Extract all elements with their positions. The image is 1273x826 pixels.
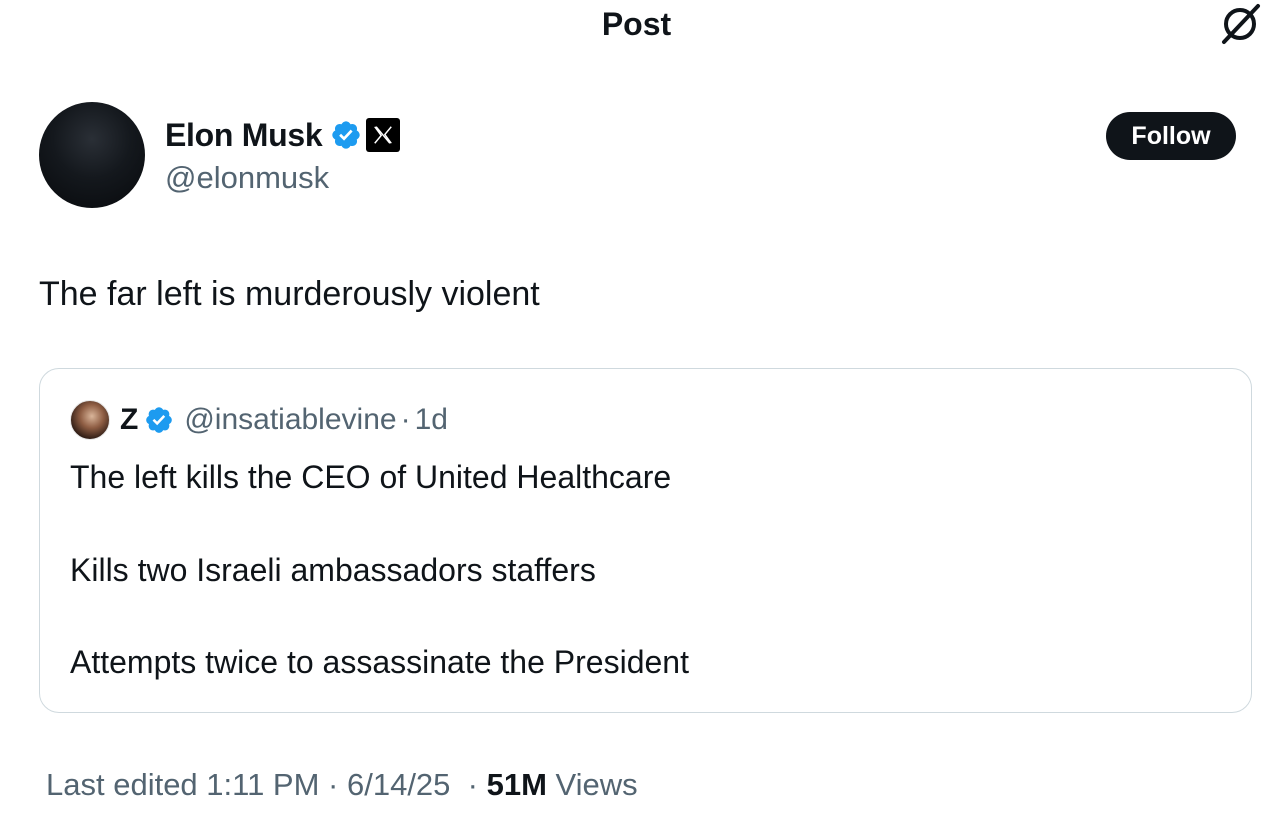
post-text: The far left is murderously violent [39, 275, 540, 313]
verified-badge-icon [332, 121, 360, 149]
quoted-separator: · [400, 403, 411, 436]
post-meta: Last edited 1:11 PM · 6/14/25 · 51M View… [46, 764, 638, 806]
follow-button[interactable]: Follow [1106, 112, 1236, 160]
views-label: Views [555, 767, 638, 802]
quoted-post-card[interactable]: Z @insatiablevine · 1d The left kills th… [39, 368, 1252, 713]
edited-timestamp[interactable]: Last edited 1:11 PM · 6/14/25 [46, 767, 450, 803]
post-page: Post Elon Musk @elonmusk Follow The far … [0, 0, 1273, 826]
author-handle[interactable]: @elonmusk [165, 158, 329, 198]
grok-icon[interactable] [1218, 2, 1262, 46]
author-display-name[interactable]: Elon Musk [165, 117, 323, 154]
views-count[interactable]: 51M [487, 767, 547, 803]
meta-separator: · [467, 767, 478, 802]
quoted-author-avatar[interactable] [70, 400, 110, 440]
page-title: Post [601, 6, 672, 42]
quoted-text-line: Kills two Israeli ambassadors staffers [70, 552, 596, 588]
quoted-text-line: The left kills the CEO of United Healthc… [70, 459, 672, 495]
quoted-author-handle[interactable]: @insatiablevine [184, 403, 396, 437]
quoted-timestamp[interactable]: 1d [415, 403, 448, 437]
quoted-text-line: Attempts twice to assassinate the Presid… [70, 644, 689, 680]
x-logo-icon[interactable] [366, 118, 401, 152]
author-name-row: Elon Musk [165, 113, 401, 157]
verified-badge-icon [146, 407, 173, 433]
author-avatar[interactable] [39, 102, 145, 208]
quoted-author-row: Z @insatiablevine · 1d [120, 398, 448, 442]
quoted-author-name[interactable]: Z [120, 403, 138, 437]
